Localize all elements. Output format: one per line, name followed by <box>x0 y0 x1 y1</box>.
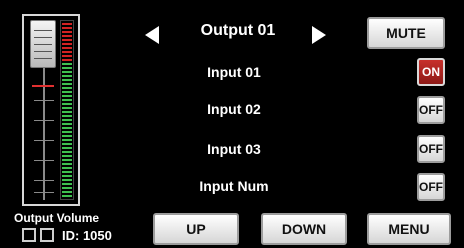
meter-segment <box>62 131 72 133</box>
meter-segment <box>62 195 72 197</box>
meter-segment <box>62 63 72 65</box>
meter-segment <box>62 107 72 109</box>
meter-segment <box>62 95 72 97</box>
meter-segment <box>62 119 72 121</box>
id-box-icon <box>40 228 54 242</box>
fader-knob[interactable] <box>30 20 56 68</box>
meter-segment <box>62 135 72 137</box>
meter-segment <box>62 43 72 45</box>
meter-segment <box>62 27 72 29</box>
id-box-icon <box>22 228 36 242</box>
meter-segment <box>62 139 72 141</box>
down-button[interactable]: DOWN <box>261 213 347 245</box>
meter-segment <box>62 127 72 129</box>
meter-segment <box>62 47 72 49</box>
output-volume-label: Output Volume <box>14 211 100 225</box>
meter-segment <box>62 91 72 93</box>
meter-segment <box>62 187 72 189</box>
knob-grip <box>34 30 52 31</box>
mute-button[interactable]: MUTE <box>367 17 445 49</box>
meter-segment <box>62 79 72 81</box>
meter-segment <box>62 175 72 177</box>
up-button[interactable]: UP <box>153 213 239 245</box>
meter-segment <box>62 51 72 53</box>
meter-segment <box>62 191 72 193</box>
knob-grip <box>34 37 52 38</box>
device-id: ID: 1050 <box>62 228 112 243</box>
meter-segment <box>62 59 72 61</box>
meter-segment <box>62 71 72 73</box>
input-label: Input 02 <box>207 101 261 117</box>
input-num-toggle[interactable]: OFF <box>417 173 445 201</box>
input-label: Input 01 <box>207 64 261 80</box>
input-label: Input 03 <box>207 141 261 157</box>
knob-grip <box>34 58 52 59</box>
menu-button[interactable]: MENU <box>367 213 451 245</box>
meter-segment <box>62 171 72 173</box>
meter-segment <box>62 159 72 161</box>
meter-segment <box>62 87 72 89</box>
meter-segment <box>62 23 72 25</box>
meter-segment <box>62 55 72 57</box>
input-label: Input Num <box>199 178 269 194</box>
meter-segment <box>62 123 72 125</box>
knob-grip <box>34 51 52 52</box>
fader-tick <box>34 192 54 193</box>
output-title: Output 01 <box>200 22 276 39</box>
meter-segment <box>62 147 72 149</box>
meter-segment <box>62 179 72 181</box>
fader-tick <box>34 120 54 121</box>
output-volume-fader[interactable] <box>22 14 80 206</box>
meter-segment <box>62 39 72 41</box>
meter-segment <box>62 103 72 105</box>
meter-segment <box>62 67 72 69</box>
previous-output-arrow-icon[interactable] <box>145 26 159 44</box>
knob-grip <box>34 44 52 45</box>
meter-segment <box>62 35 72 37</box>
input-01-toggle[interactable]: ON <box>417 58 445 86</box>
fader-tick <box>34 160 54 161</box>
meter-segment <box>62 155 72 157</box>
input-02-toggle[interactable]: OFF <box>417 96 445 124</box>
input-03-toggle[interactable]: OFF <box>417 135 445 163</box>
fader-tick <box>34 140 54 141</box>
meter-segment <box>62 183 72 185</box>
meter-segment <box>62 143 72 145</box>
fader-tick <box>34 100 54 101</box>
level-meter <box>60 20 74 200</box>
meter-segment <box>62 31 72 33</box>
fader-reference-mark <box>32 85 54 87</box>
meter-segment <box>62 163 72 165</box>
meter-segment <box>62 111 72 113</box>
meter-segment <box>62 167 72 169</box>
fader-tick <box>34 180 54 181</box>
meter-segment <box>62 99 72 101</box>
meter-segment <box>62 83 72 85</box>
meter-segment <box>62 75 72 77</box>
meter-segment <box>62 115 72 117</box>
next-output-arrow-icon[interactable] <box>312 26 326 44</box>
meter-segment <box>62 151 72 153</box>
